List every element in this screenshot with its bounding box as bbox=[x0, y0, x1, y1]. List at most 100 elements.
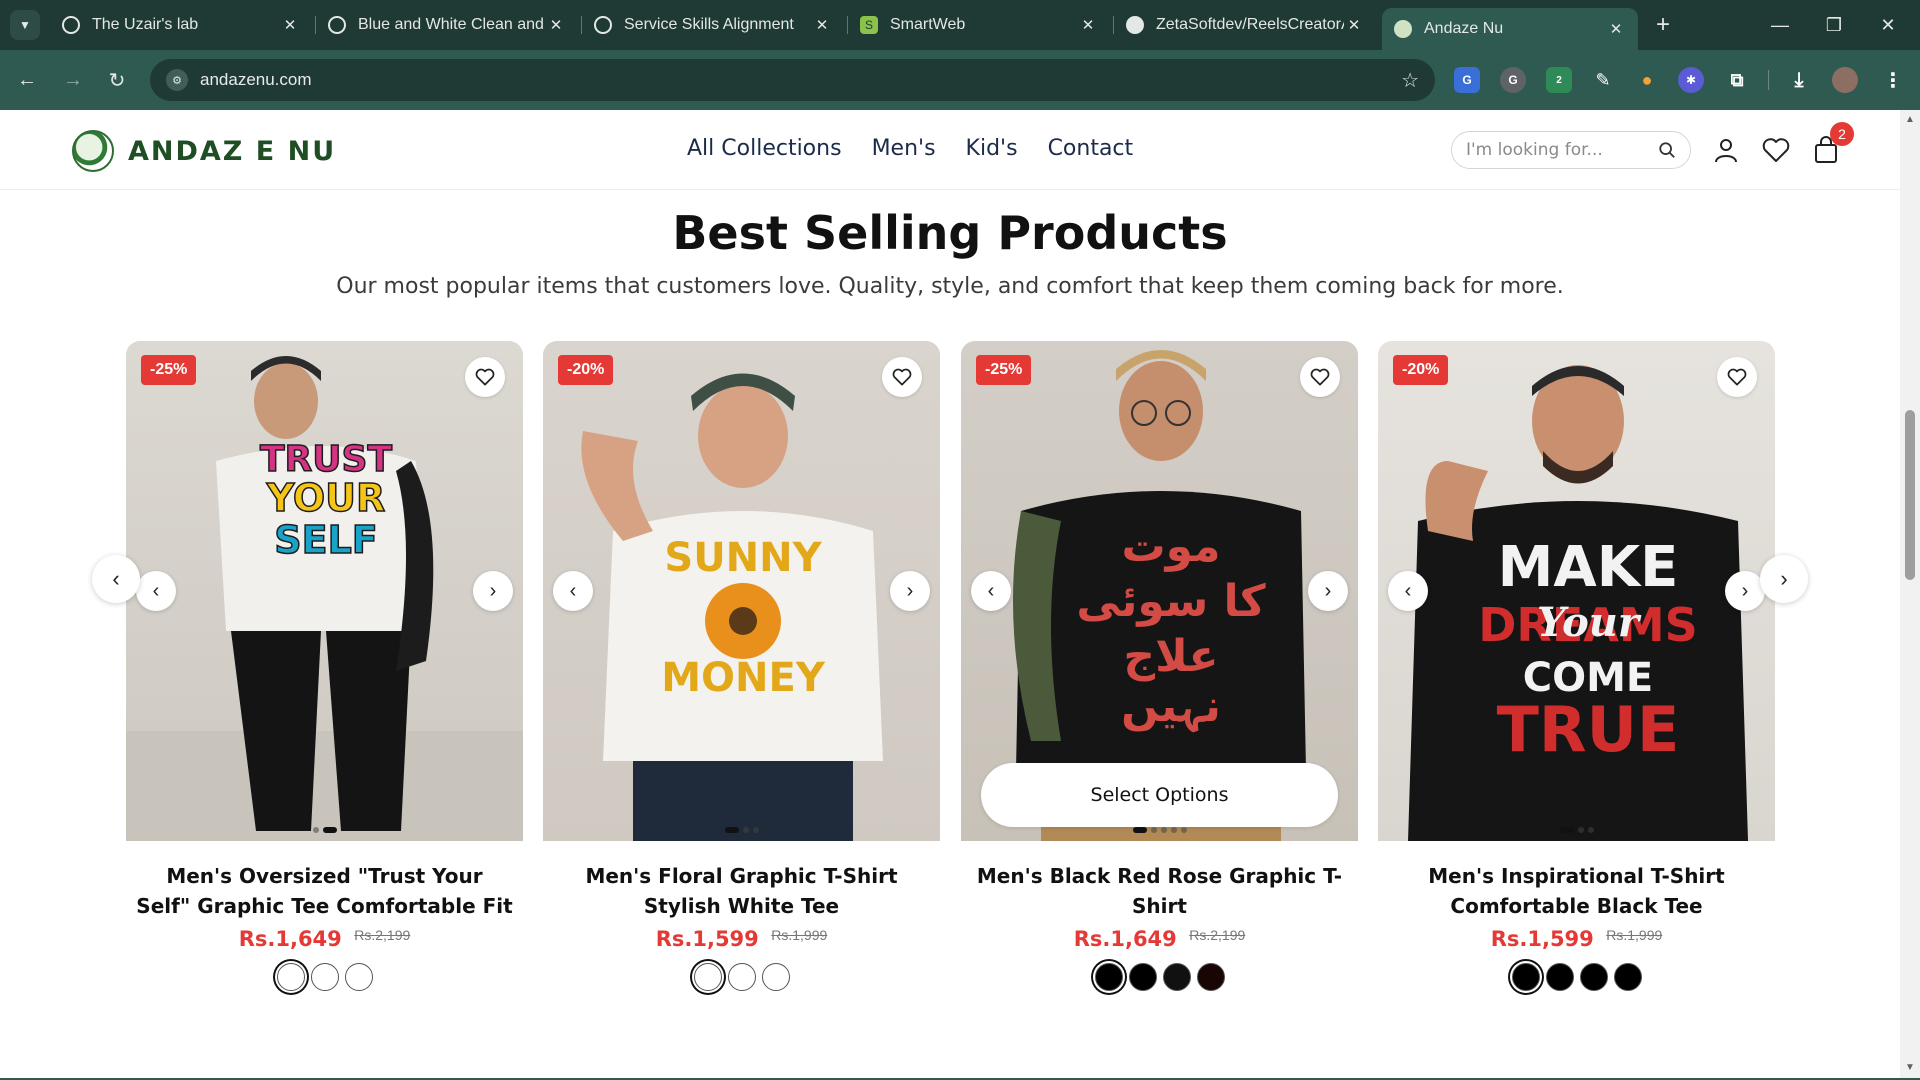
add-to-wishlist-button[interactable] bbox=[465, 357, 505, 397]
product-title[interactable]: Men's Black Red Rose Graphic T-Shirt bbox=[961, 861, 1358, 921]
close-icon[interactable]: ✕ bbox=[812, 16, 832, 34]
image-dot-active[interactable] bbox=[322, 827, 337, 833]
product-image[interactable]: MAKE DREAMS Your COME TRUE -20% ‹ › bbox=[1378, 341, 1775, 841]
wishlist-button[interactable] bbox=[1760, 134, 1792, 166]
tab-search-button[interactable]: ▼ bbox=[10, 10, 40, 40]
image-dot[interactable] bbox=[1150, 827, 1157, 833]
site-logo[interactable]: ANDAZ E NU bbox=[72, 130, 336, 172]
nav-all-collections[interactable]: All Collections bbox=[687, 136, 842, 161]
puzzle-extensions-icon[interactable]: ⧉ bbox=[1724, 67, 1750, 93]
scroll-down-icon[interactable]: ▼ bbox=[1904, 1062, 1916, 1074]
profile-avatar[interactable] bbox=[1832, 67, 1858, 93]
image-dot[interactable] bbox=[752, 827, 759, 833]
nav-contact[interactable]: Contact bbox=[1048, 136, 1134, 161]
cart-button[interactable]: 2 bbox=[1810, 122, 1854, 166]
product-image[interactable]: SUNNY MONEY -20% ‹ › bbox=[543, 341, 940, 841]
browser-tab[interactable]: Service Skills Alignment ✕ bbox=[582, 8, 844, 42]
color-swatch[interactable] bbox=[1196, 963, 1225, 991]
image-next-button[interactable]: › bbox=[1725, 571, 1765, 611]
address-bar[interactable]: ⚙ andazenu.com ☆ bbox=[150, 59, 1435, 101]
image-dot-active[interactable] bbox=[1132, 827, 1147, 833]
image-dot[interactable] bbox=[312, 827, 319, 833]
image-prev-button[interactable]: ‹ bbox=[1388, 571, 1428, 611]
browser-tab-active[interactable]: Andaze Nu ✕ bbox=[1382, 8, 1638, 50]
nav-mens[interactable]: Men's bbox=[872, 136, 936, 161]
product-title[interactable]: Men's Oversized "Trust Your Self" Graphi… bbox=[126, 861, 523, 921]
browser-tab[interactable]: The Uzair's lab ✕ bbox=[50, 8, 312, 42]
site-settings-icon[interactable]: ⚙ bbox=[166, 69, 188, 91]
back-button[interactable]: ← bbox=[12, 65, 42, 95]
close-icon[interactable]: ✕ bbox=[1078, 16, 1098, 34]
search-icon[interactable] bbox=[1658, 141, 1676, 159]
bookmark-star-icon[interactable]: ☆ bbox=[1401, 68, 1419, 93]
browser-tab[interactable]: S SmartWeb ✕ bbox=[848, 8, 1110, 42]
more-menu-icon[interactable]: ⋮ bbox=[1880, 67, 1906, 93]
image-prev-button[interactable]: ‹ bbox=[136, 571, 176, 611]
close-icon[interactable]: ✕ bbox=[1344, 16, 1364, 34]
nav-kids[interactable]: Kid's bbox=[966, 136, 1018, 161]
image-dot[interactable] bbox=[1587, 827, 1594, 833]
shield-extension-icon[interactable]: 2 bbox=[1546, 67, 1572, 93]
add-to-wishlist-button[interactable] bbox=[1717, 357, 1757, 397]
eyedropper-extension-icon[interactable]: ✎ bbox=[1590, 67, 1616, 93]
translate-extension-icon[interactable]: G bbox=[1454, 67, 1480, 93]
image-prev-button[interactable]: ‹ bbox=[553, 571, 593, 611]
grammarly-extension-icon[interactable]: G bbox=[1500, 67, 1526, 93]
carousel-prev-button[interactable]: ‹ bbox=[92, 555, 140, 603]
select-options-button[interactable]: Select Options bbox=[981, 763, 1338, 827]
close-icon[interactable]: ✕ bbox=[280, 16, 300, 34]
product-title[interactable]: Men's Inspirational T-Shirt Comfortable … bbox=[1378, 861, 1775, 921]
color-swatch-selected[interactable] bbox=[1511, 963, 1540, 991]
color-swatch[interactable] bbox=[1545, 963, 1574, 991]
close-icon[interactable]: ✕ bbox=[1606, 20, 1626, 38]
carousel-next-button[interactable]: › bbox=[1760, 555, 1808, 603]
product-image[interactable]: TRUST YOUR SELF -25% ‹ › bbox=[126, 341, 523, 841]
browser-tab[interactable]: Blue and White Clean and Modern ✕ bbox=[316, 8, 578, 42]
color-swatch[interactable] bbox=[1579, 963, 1608, 991]
color-swatch[interactable] bbox=[727, 963, 756, 991]
minimize-button[interactable]: — bbox=[1760, 10, 1800, 40]
product-card[interactable]: TRUST YOUR SELF -25% ‹ › Men's Oversized… bbox=[126, 341, 523, 991]
window-close-button[interactable]: ✕ bbox=[1868, 10, 1908, 40]
close-icon[interactable]: ✕ bbox=[546, 16, 566, 34]
color-swatch[interactable] bbox=[761, 963, 790, 991]
snowflake-extension-icon[interactable]: ✱ bbox=[1678, 67, 1704, 93]
url-text[interactable]: andazenu.com bbox=[200, 70, 1401, 90]
browser-tab[interactable]: ZetaSoftdev/ReelsCreatorAI ✕ bbox=[1114, 8, 1376, 42]
scroll-up-icon[interactable]: ▲ bbox=[1904, 114, 1916, 126]
product-card[interactable]: MAKE DREAMS Your COME TRUE -20% ‹ › Men'… bbox=[1378, 341, 1775, 991]
image-dot[interactable] bbox=[1180, 827, 1187, 833]
search-input[interactable] bbox=[1466, 140, 1658, 160]
bottle-extension-icon[interactable]: ● bbox=[1634, 67, 1660, 93]
account-button[interactable] bbox=[1710, 134, 1742, 166]
image-dot-active[interactable] bbox=[1559, 827, 1574, 833]
color-swatch-selected[interactable] bbox=[276, 963, 305, 991]
add-to-wishlist-button[interactable] bbox=[882, 357, 922, 397]
image-dot-active[interactable] bbox=[724, 827, 739, 833]
restore-button[interactable]: ❐ bbox=[1814, 10, 1854, 40]
color-swatch[interactable] bbox=[310, 963, 339, 991]
product-card[interactable]: SUNNY MONEY -20% ‹ › Men's Floral Graphi… bbox=[543, 341, 940, 991]
image-dot[interactable] bbox=[742, 827, 749, 833]
new-tab-button[interactable]: + bbox=[1650, 11, 1676, 38]
color-swatch-selected[interactable] bbox=[693, 963, 722, 991]
color-swatch[interactable] bbox=[1162, 963, 1191, 991]
image-next-button[interactable]: › bbox=[1308, 571, 1348, 611]
product-image[interactable]: موت کا سوئی علاج نہیں -25% ‹ › Select Op… bbox=[961, 341, 1358, 841]
add-to-wishlist-button[interactable] bbox=[1300, 357, 1340, 397]
color-swatch[interactable] bbox=[1128, 963, 1157, 991]
reload-button[interactable]: ↻ bbox=[102, 65, 132, 95]
page-scrollbar[interactable]: ▲ ▼ bbox=[1900, 110, 1920, 1078]
download-icon[interactable]: ⤓ bbox=[1786, 67, 1812, 93]
image-next-button[interactable]: › bbox=[890, 571, 930, 611]
scrollbar-thumb[interactable] bbox=[1905, 410, 1915, 580]
image-next-button[interactable]: › bbox=[473, 571, 513, 611]
image-dot[interactable] bbox=[1577, 827, 1584, 833]
color-swatch[interactable] bbox=[344, 963, 373, 991]
forward-button[interactable]: → bbox=[58, 65, 88, 95]
product-title[interactable]: Men's Floral Graphic T-Shirt Stylish Whi… bbox=[543, 861, 940, 921]
image-prev-button[interactable]: ‹ bbox=[971, 571, 1011, 611]
color-swatch-selected[interactable] bbox=[1094, 963, 1123, 991]
image-dot[interactable] bbox=[1160, 827, 1167, 833]
color-swatch[interactable] bbox=[1613, 963, 1642, 991]
